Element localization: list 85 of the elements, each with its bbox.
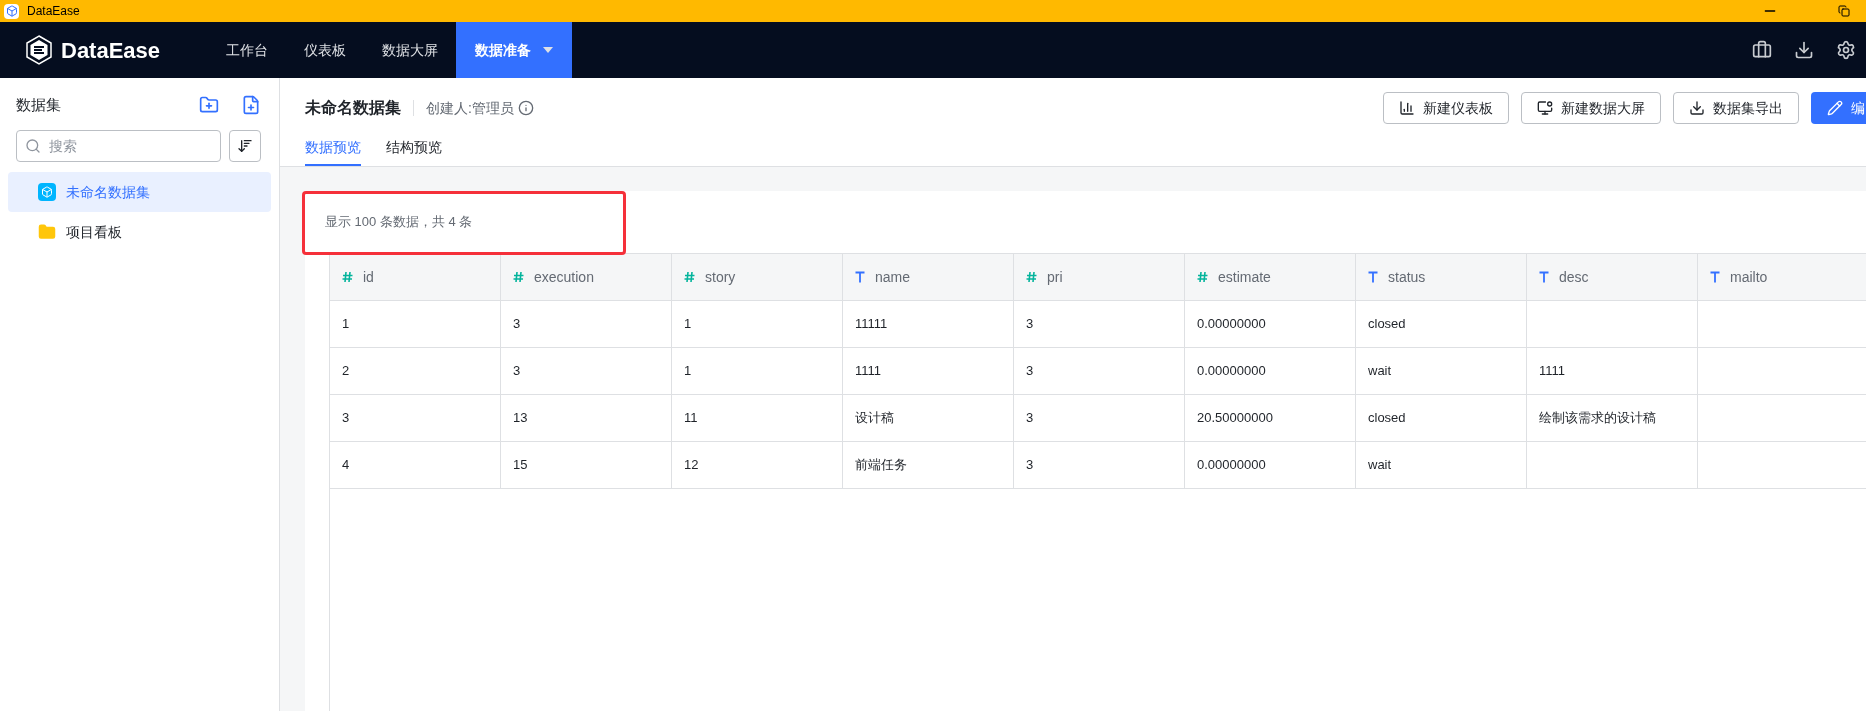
hash-icon (684, 271, 695, 283)
table-cell: 3 (1014, 348, 1185, 395)
table-cell: 绘制该需求的设计稿 (1527, 395, 1698, 442)
nav-tab[interactable]: 数据大屏 (364, 22, 456, 78)
table-cell: 15 (501, 442, 672, 489)
table-cell: 1111 (1527, 348, 1698, 395)
table-cell: 3 (501, 301, 672, 348)
table-cell: 3 (1014, 301, 1185, 348)
sidebar-title: 数据集 (16, 94, 62, 115)
text-type-icon (1368, 271, 1378, 283)
folder-icon (38, 223, 56, 241)
table-cell: 3 (1014, 395, 1185, 442)
nav-tab[interactable]: 数据准备 (456, 22, 572, 78)
column-header: estimate (1185, 254, 1356, 301)
text-type-icon (1710, 271, 1720, 283)
hash-icon (1026, 271, 1037, 283)
toolbox-icon[interactable] (1752, 40, 1772, 60)
table-cell: wait (1356, 442, 1527, 489)
caret-icon (543, 47, 553, 53)
file-plus-icon[interactable] (241, 95, 261, 115)
column-header: story (672, 254, 843, 301)
sidebar-item[interactable]: 未命名数据集 (8, 172, 271, 212)
table-cell: 11111 (843, 301, 1014, 348)
nav-tab[interactable]: 工作台 (208, 22, 286, 78)
header-button[interactable]: 编 (1811, 92, 1866, 124)
text-type-icon (1539, 271, 1549, 283)
restore-icon[interactable] (1838, 5, 1850, 17)
column-header: status (1356, 254, 1527, 301)
table-cell: 0.00000000 (1185, 301, 1356, 348)
column-header: mailto (1698, 254, 1866, 301)
table-cell: closed (1356, 395, 1527, 442)
creator-label: 创建人:管理员 (426, 98, 514, 118)
search-field[interactable]: 搜索 (16, 130, 221, 162)
monitor-icon (1537, 100, 1553, 116)
sort-button[interactable] (229, 130, 261, 162)
tab[interactable]: 结构预览 (386, 130, 442, 166)
hash-icon (1197, 271, 1208, 283)
hash-icon (513, 271, 524, 283)
header-button[interactable]: 数据集导出 (1673, 92, 1799, 124)
table-cell: 11 (672, 395, 843, 442)
table-cell: 0.00000000 (1185, 348, 1356, 395)
search-icon (25, 138, 41, 154)
header-button[interactable]: 新建数据大屏 (1521, 92, 1661, 124)
table-cell: closed (1356, 301, 1527, 348)
table-cell: 2 (330, 348, 501, 395)
table-cell: 20.50000000 (1185, 395, 1356, 442)
text-type-icon (855, 271, 865, 283)
sort-icon (237, 138, 253, 154)
app-icon (4, 3, 19, 19)
column-header: id (330, 254, 501, 301)
table-cell: 3 (330, 395, 501, 442)
table-cell: 设计稿 (843, 395, 1014, 442)
download-icon (1689, 100, 1705, 116)
table-cell: 前端任务 (843, 442, 1014, 489)
dataset-title: 未命名数据集 (305, 98, 401, 118)
download-icon[interactable] (1794, 40, 1814, 60)
table-cell: 0.00000000 (1185, 442, 1356, 489)
table-cell: wait (1356, 348, 1527, 395)
pencil-icon (1827, 100, 1843, 116)
table-cell: 1 (672, 301, 843, 348)
table-cell: 12 (672, 442, 843, 489)
window-title: DataEase (27, 3, 80, 20)
hexagon-logo-icon (25, 35, 53, 65)
table-cell: 1111 (843, 348, 1014, 395)
cube-icon (38, 183, 56, 201)
header-button[interactable]: 新建仪表板 (1383, 92, 1509, 124)
table-cell: 3 (501, 348, 672, 395)
column-header: desc (1527, 254, 1698, 301)
table-cell: 3 (1014, 442, 1185, 489)
sidebar-item[interactable]: 项目看板 (8, 212, 271, 252)
row-count-text: 显示 100 条数据，共 4 条 (325, 213, 473, 232)
column-header: pri (1014, 254, 1185, 301)
info-icon[interactable] (517, 100, 534, 116)
folder-plus-icon[interactable] (199, 95, 219, 115)
nav-tab[interactable]: 仪表板 (286, 22, 364, 78)
table-cell: 13 (501, 395, 672, 442)
bar-chart-icon (1399, 100, 1415, 116)
column-header: execution (501, 254, 672, 301)
column-header: name (843, 254, 1014, 301)
logo-text: DataEase (61, 36, 161, 65)
table-cell: 1 (330, 301, 501, 348)
settings-icon[interactable] (1836, 40, 1856, 60)
hash-icon (342, 271, 353, 283)
table-cell: 4 (330, 442, 501, 489)
table-cell: 1 (672, 348, 843, 395)
